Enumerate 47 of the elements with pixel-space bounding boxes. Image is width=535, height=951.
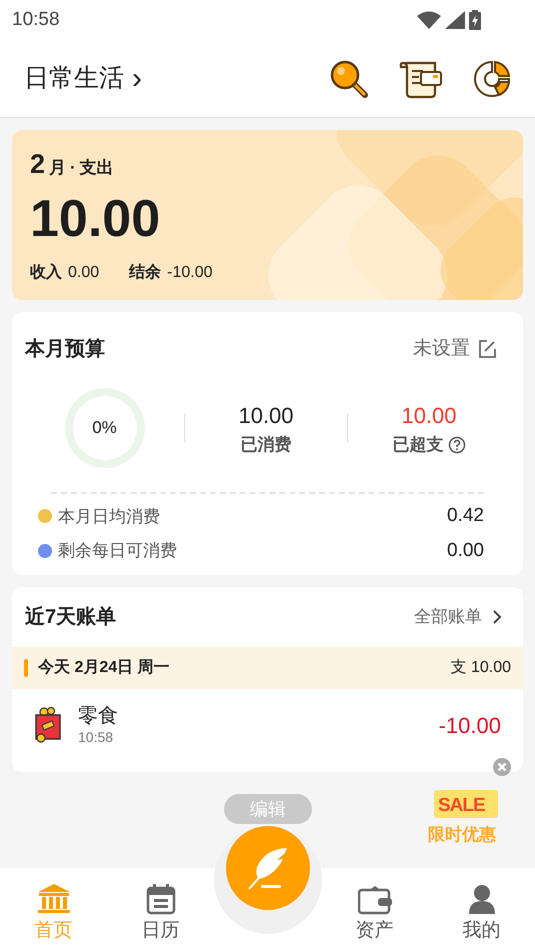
- wifi-icon: [417, 11, 441, 29]
- all-bills-link[interactable]: 全部账单: [414, 604, 502, 630]
- accent-bar: [24, 659, 28, 677]
- stat-label: 已消费: [240, 434, 292, 456]
- nav-tab[interactable]: 日历: [107, 868, 214, 951]
- summary-type: 支出: [80, 157, 114, 179]
- separator-dot: ·: [70, 157, 76, 179]
- nav-tab[interactable]: 资产: [321, 868, 428, 951]
- bill-entry[interactable]: 零食 10:58 -10.00: [12, 689, 523, 761]
- help-icon[interactable]: [448, 436, 466, 454]
- person-icon: [468, 882, 496, 914]
- expense-amount: 10.00: [30, 188, 162, 250]
- stat-row-label: 本月日均消费: [58, 506, 160, 528]
- balance-value: -10.00: [167, 262, 213, 282]
- calendar-icon: [146, 882, 176, 914]
- stat-row-label: 剩余每日可消费: [58, 540, 177, 562]
- battery-icon: [469, 10, 481, 30]
- stat-value: 10.00: [401, 402, 457, 430]
- card-title: 本月预算: [25, 337, 105, 362]
- stat-row-value: 0.42: [447, 504, 484, 528]
- category-name: 零食: [78, 704, 118, 728]
- search-icon[interactable]: [329, 58, 369, 98]
- bank-icon: [36, 882, 70, 914]
- edit-icon: [478, 340, 496, 358]
- month-number: 2: [30, 148, 46, 181]
- book-selector[interactable]: 日常生活 ›: [24, 60, 142, 98]
- income-label: 收入: [30, 262, 62, 282]
- status-time: 10:58: [12, 8, 60, 32]
- pie-chart-icon[interactable]: [473, 60, 511, 98]
- wallet-icon: [358, 884, 392, 914]
- card-title: 近7天账单: [25, 605, 116, 630]
- ring-percent: 0%: [92, 417, 117, 440]
- day-total: 支 10.00: [450, 658, 511, 678]
- snack-bag-icon: [34, 707, 62, 743]
- stat-value: 10.00: [238, 402, 294, 430]
- stat-row-value: 0.00: [447, 538, 484, 562]
- balance-label: 结余: [129, 262, 162, 282]
- income-value: 0.00: [68, 262, 100, 282]
- entry-amount: -10.00: [438, 712, 501, 740]
- stat-label: 已超支: [392, 434, 444, 456]
- day-date: 今天 2月24日 周一: [38, 658, 170, 678]
- signal-icon: [445, 11, 465, 29]
- budget-setting-link[interactable]: 未设置: [413, 334, 496, 364]
- chevron-right-icon: [492, 609, 502, 625]
- entry-time: 10:58: [78, 728, 114, 746]
- nav-tab[interactable]: 我的: [428, 868, 535, 951]
- month-unit: 月: [49, 157, 66, 179]
